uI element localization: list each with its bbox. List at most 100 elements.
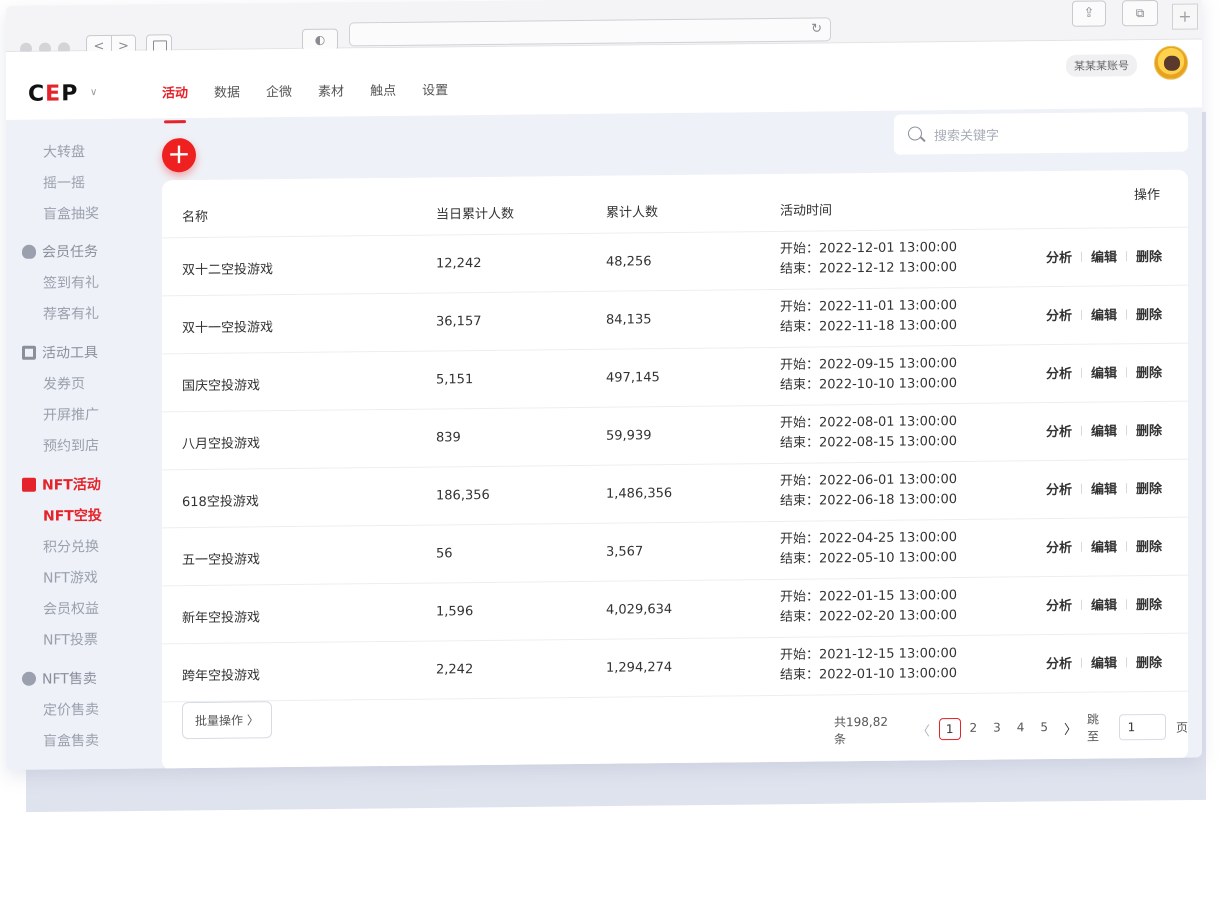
activity-name: 双十一空投游戏	[182, 320, 274, 337]
sidebar-group-member-tasks[interactable]: 会员任务	[22, 241, 98, 262]
address-bar[interactable]: ↻	[349, 17, 831, 47]
delete-button[interactable]: 删除	[1136, 420, 1162, 439]
delete-button[interactable]: 删除	[1136, 594, 1162, 613]
search-icon	[908, 126, 922, 141]
tab-activity[interactable]: 活动	[162, 82, 188, 109]
page-5[interactable]: 5	[1033, 717, 1055, 739]
reload-icon[interactable]: ↻	[811, 21, 822, 36]
sidebar-item-blindbox-sale[interactable]: 盲盒售卖	[43, 730, 99, 751]
analyze-button[interactable]: 分析	[1046, 479, 1072, 498]
sidebar-item-store-booking[interactable]: 预约到店	[43, 435, 99, 456]
batch-operation-button[interactable]: 批量操作 〉	[182, 701, 272, 740]
analyze-button[interactable]: 分析	[1046, 653, 1072, 672]
edit-button[interactable]: 编辑	[1091, 246, 1117, 265]
row-actions: 分析 编辑 删除	[1046, 594, 1162, 614]
table-row[interactable]: 双十一空投游戏 36,157 84,135 开始：2022-11-01 13:00:0…	[162, 285, 1188, 355]
table-row[interactable]: 五一空投游戏 56 3,567 开始：2022-04-25 13:00:00 结束：20…	[162, 517, 1188, 587]
sidebar-item-referral[interactable]: 荐客有礼	[43, 303, 99, 324]
analyze-button[interactable]: 分析	[1046, 537, 1072, 556]
activity-time: 开始：2022-11-01 13:00:00 结束：2022-11-18 13:0…	[780, 296, 957, 338]
sidebar-group-label: 会员任务	[42, 244, 98, 261]
delete-button[interactable]: 删除	[1136, 478, 1162, 497]
delete-button[interactable]: 删除	[1136, 362, 1162, 381]
tab-data[interactable]: 数据	[214, 82, 240, 109]
new-tab-icon[interactable]: +	[1172, 3, 1198, 30]
cep-logo[interactable]: CEP	[28, 81, 78, 107]
top-nav: 活动 数据 企微 素材 触点 设置	[162, 79, 448, 109]
page-3[interactable]: 3	[986, 718, 1008, 740]
sidebar-item-fixed-price[interactable]: 定价售卖	[43, 699, 99, 720]
delete-button[interactable]: 删除	[1136, 536, 1162, 555]
today-count: 186,356	[436, 487, 490, 504]
table-row[interactable]: 618空投游戏 186,356 1,486,356 开始：2022-06-01 13:…	[162, 459, 1188, 529]
sidebar-group-nft-sale[interactable]: NFT售卖	[22, 668, 97, 689]
delete-button[interactable]: 删除	[1136, 304, 1162, 323]
toolbox-icon	[22, 345, 36, 360]
tab-overview-icon[interactable]: ⧉	[1122, 0, 1158, 27]
sidebar-group-activity-tools[interactable]: 活动工具	[22, 342, 98, 363]
delete-button[interactable]: 删除	[1136, 246, 1162, 265]
analyze-button[interactable]: 分析	[1046, 247, 1072, 266]
jump-page-input[interactable]: 1	[1118, 713, 1166, 741]
privacy-shield-icon[interactable]: ◐	[302, 28, 338, 51]
edit-button[interactable]: 编辑	[1091, 420, 1117, 439]
prev-page-icon[interactable]: 〈	[917, 720, 930, 739]
end-time: 结束：2022-06-18 13:00:00	[780, 492, 958, 509]
table-row[interactable]: 国庆空投游戏 5,151 497,145 开始：2022-09-15 13:00:00…	[162, 343, 1188, 413]
sale-icon	[22, 671, 36, 686]
chevron-down-icon[interactable]: ∨	[90, 87, 97, 98]
add-activity-button[interactable]: +	[162, 137, 196, 173]
edit-button[interactable]: 编辑	[1091, 304, 1117, 323]
edit-button[interactable]: 编辑	[1091, 478, 1117, 497]
next-page-icon[interactable]: 〉	[1064, 718, 1077, 737]
table-row[interactable]: 新年空投游戏 1,596 4,029,634 开始：2022-01-15 13:00:…	[162, 575, 1188, 645]
tab-materials[interactable]: 素材	[318, 80, 344, 107]
tab-settings[interactable]: 设置	[422, 79, 448, 106]
edit-button[interactable]: 编辑	[1091, 362, 1117, 381]
analyze-button[interactable]: 分析	[1046, 305, 1072, 324]
account-badge[interactable]: 某某某账号	[1066, 54, 1137, 77]
analyze-button[interactable]: 分析	[1046, 363, 1072, 382]
avatar[interactable]	[1154, 45, 1188, 80]
end-time: 结束：2022-08-15 13:00:00	[780, 434, 958, 451]
sidebar-group-nft-activity[interactable]: NFT活动	[22, 474, 101, 495]
search-input[interactable]: 搜索关键字	[894, 111, 1188, 155]
page-1[interactable]: 1	[938, 718, 961, 741]
edit-button[interactable]: 编辑	[1091, 536, 1117, 555]
analyze-button[interactable]: 分析	[1046, 421, 1072, 440]
row-actions: 分析 编辑 删除	[1046, 304, 1162, 324]
edit-button[interactable]: 编辑	[1091, 652, 1117, 671]
total-count-cell: 59,939	[606, 428, 652, 444]
tab-touchpoints[interactable]: 触点	[370, 80, 396, 107]
sidebar-group-label: NFT活动	[42, 477, 101, 494]
sidebar-item-points-exchange[interactable]: 积分兑换	[43, 536, 99, 557]
activity-name: 新年空投游戏	[182, 610, 261, 627]
sidebar-item-splash-promo[interactable]: 开屏推广	[43, 404, 99, 425]
page-2[interactable]: 2	[963, 718, 985, 740]
sidebar-item-wheel[interactable]: 大转盘	[43, 141, 85, 161]
page-4[interactable]: 4	[1010, 717, 1032, 739]
table-row[interactable]: 双十二空投游戏 12,242 48,256 开始：2022-12-01 13:00:0…	[162, 227, 1188, 297]
pagination: 共198,82条 〈 1 2 3 4 5 〉 跳至 1 页	[834, 710, 1188, 748]
delete-button[interactable]: 删除	[1136, 652, 1162, 671]
table-row[interactable]: 八月空投游戏 839 59,939 开始：2022-08-01 13:00:00 结束：…	[162, 401, 1188, 471]
sidebar-item-nft-vote[interactable]: NFT投票	[43, 629, 98, 650]
jump-label: 跳至	[1087, 712, 1100, 744]
activity-name: 八月空投游戏	[182, 436, 261, 453]
total-count: 共198,82条	[834, 714, 888, 747]
sidebar-item-blindbox-draw[interactable]: 盲盒抽奖	[43, 203, 99, 224]
sidebar-item-nft-game[interactable]: NFT游戏	[43, 567, 98, 588]
sidebar-item-coupon-page[interactable]: 发券页	[43, 373, 85, 393]
sidebar-item-shake[interactable]: 摇一摇	[43, 172, 85, 192]
table-row[interactable]: 跨年空投游戏 2,242 1,294,274 开始：2021-12-15 13:00:…	[162, 633, 1188, 703]
sidebar-item-member-benefits[interactable]: 会员权益	[43, 598, 99, 619]
activity-time: 开始：2022-01-15 13:00:00 结束：2022-02-20 13:0…	[780, 586, 957, 628]
sidebar-item-nft-airdrop[interactable]: NFT空投	[43, 505, 102, 526]
divider	[1081, 599, 1083, 610]
tab-wecom[interactable]: 企微	[266, 81, 292, 108]
share-icon[interactable]: ⇪	[1072, 0, 1106, 27]
edit-button[interactable]: 编辑	[1091, 594, 1117, 613]
today-count: 5,151	[436, 372, 474, 388]
sidebar-item-checkin[interactable]: 签到有礼	[43, 272, 99, 293]
analyze-button[interactable]: 分析	[1046, 595, 1072, 614]
